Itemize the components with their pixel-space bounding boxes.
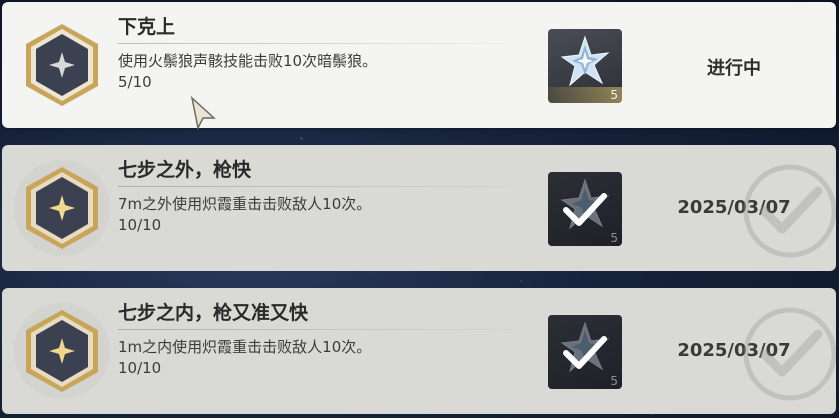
achievement-progress: 10/10 <box>118 359 162 377</box>
achievement-description: 使用火鬃狼声骸技能击败10次暗鬃狼。 <box>118 52 378 70</box>
hexagon-star-emblem-icon <box>14 153 110 263</box>
background-speck <box>520 280 522 282</box>
crystal-shard-icon <box>560 35 610 87</box>
achievement-title: 下克上 <box>118 16 176 38</box>
reward-count: 5 <box>610 374 618 388</box>
reward-slot[interactable]: 5 <box>548 172 622 246</box>
reward-count: 5 <box>610 231 618 245</box>
achievement-progress: 10/10 <box>118 216 162 234</box>
achievement-progress: 5/10 <box>118 73 152 91</box>
completed-check-watermark-icon <box>743 307 836 401</box>
achievement-card[interactable]: 七步之外，枪快 7m之外使用炽霞重击击败敌人10次。 10/10 5 2025/… <box>2 145 836 271</box>
hexagon-star-emblem-icon <box>14 296 110 406</box>
achievement-card[interactable]: 下克上 使用火鬃狼声骸技能击败10次暗鬃狼。 5/10 5 进行中 <box>2 2 836 128</box>
title-divider <box>118 43 510 44</box>
reward-slot[interactable]: 5 <box>548 29 622 103</box>
reward-count: 5 <box>610 88 618 102</box>
achievement-card[interactable]: 七步之内，枪又准又快 1m之内使用炽霞重击击败敌人10次。 10/10 5 20… <box>2 288 836 414</box>
hexagon-star-emblem-icon <box>14 10 110 120</box>
title-divider <box>118 186 510 187</box>
achievement-status: 进行中 <box>707 58 761 79</box>
title-divider <box>118 329 510 330</box>
mouse-cursor-icon <box>190 96 216 130</box>
reward-slot[interactable]: 5 <box>548 315 622 389</box>
achievement-description: 1m之内使用炽霞重击击败敌人10次。 <box>118 338 372 356</box>
completed-check-watermark-icon <box>743 164 836 258</box>
background-speck <box>300 137 303 140</box>
checkmark-icon <box>563 193 607 226</box>
checkmark-icon <box>563 336 607 369</box>
achievement-title: 七步之外，枪快 <box>118 159 252 181</box>
achievement-title: 七步之内，枪又准又快 <box>118 302 309 324</box>
achievement-description: 7m之外使用炽霞重击击败敌人10次。 <box>118 195 372 213</box>
